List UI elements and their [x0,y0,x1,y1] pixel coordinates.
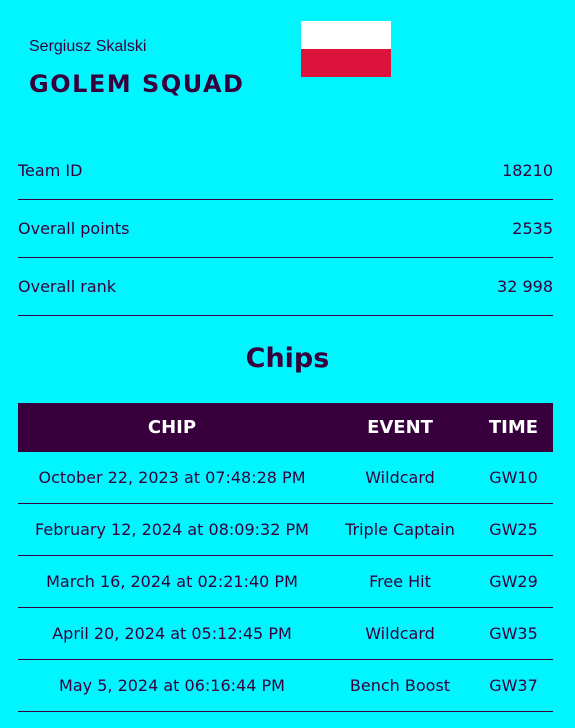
stat-label: Overall points [18,219,130,238]
chips-table: CHIP EVENT TIME October 22, 2023 at 07:4… [18,403,553,712]
table-row: October 22, 2023 at 07:48:28 PM Wildcard… [18,452,553,504]
stat-row-overall-points: Overall points 2535 [18,200,553,258]
chip-event-cell: Triple Captain [326,503,474,556]
table-row: April 20, 2024 at 05:12:45 PM Wildcard G… [18,607,553,660]
chip-gameweek-cell: GW29 [474,555,553,608]
team-name: GOLEM SQUAD [29,70,245,98]
flag-white-stripe [301,21,391,49]
chip-gameweek-cell: GW10 [474,452,553,504]
column-header-chip: CHIP [18,403,326,452]
column-header-event: EVENT [326,403,474,452]
chip-date-cell: February 12, 2024 at 08:09:32 PM [18,503,326,556]
chips-header-row: CHIP EVENT TIME [18,403,553,452]
stat-row-overall-rank: Overall rank 32 998 [18,258,553,316]
stat-label: Overall rank [18,277,117,296]
table-row: March 16, 2024 at 02:21:40 PM Free Hit G… [18,555,553,608]
chip-date-cell: April 20, 2024 at 05:12:45 PM [18,607,326,660]
stat-label: Team ID [18,161,83,180]
chip-gameweek-cell: GW25 [474,503,553,556]
flag-red-stripe [301,49,391,77]
chip-event-cell: Free Hit [326,555,474,608]
chip-date-cell: October 22, 2023 at 07:48:28 PM [18,452,326,504]
stat-value: 18210 [502,161,553,180]
chip-event-cell: Wildcard [326,452,474,504]
poland-flag-icon [301,21,391,77]
chips-title: Chips [245,343,330,374]
chip-gameweek-cell: GW35 [474,607,553,660]
stat-row-team-id: Team ID 18210 [18,142,553,200]
chip-event-cell: Wildcard [326,607,474,660]
table-row: February 12, 2024 at 08:09:32 PM Triple … [18,503,553,556]
team-stats: Team ID 18210 Overall points 2535 Overal… [18,142,553,316]
chip-event-cell: Bench Boost [326,659,474,712]
column-header-time: TIME [474,403,553,452]
chip-gameweek-cell: GW37 [474,659,553,712]
table-row: May 5, 2024 at 06:16:44 PM Bench Boost G… [18,659,553,712]
stat-value: 32 998 [497,277,553,296]
manager-name: Sergiusz Skalski [29,38,147,55]
stat-value: 2535 [512,219,553,238]
chip-date-cell: May 5, 2024 at 06:16:44 PM [18,659,326,712]
chip-date-cell: March 16, 2024 at 02:21:40 PM [18,555,326,608]
